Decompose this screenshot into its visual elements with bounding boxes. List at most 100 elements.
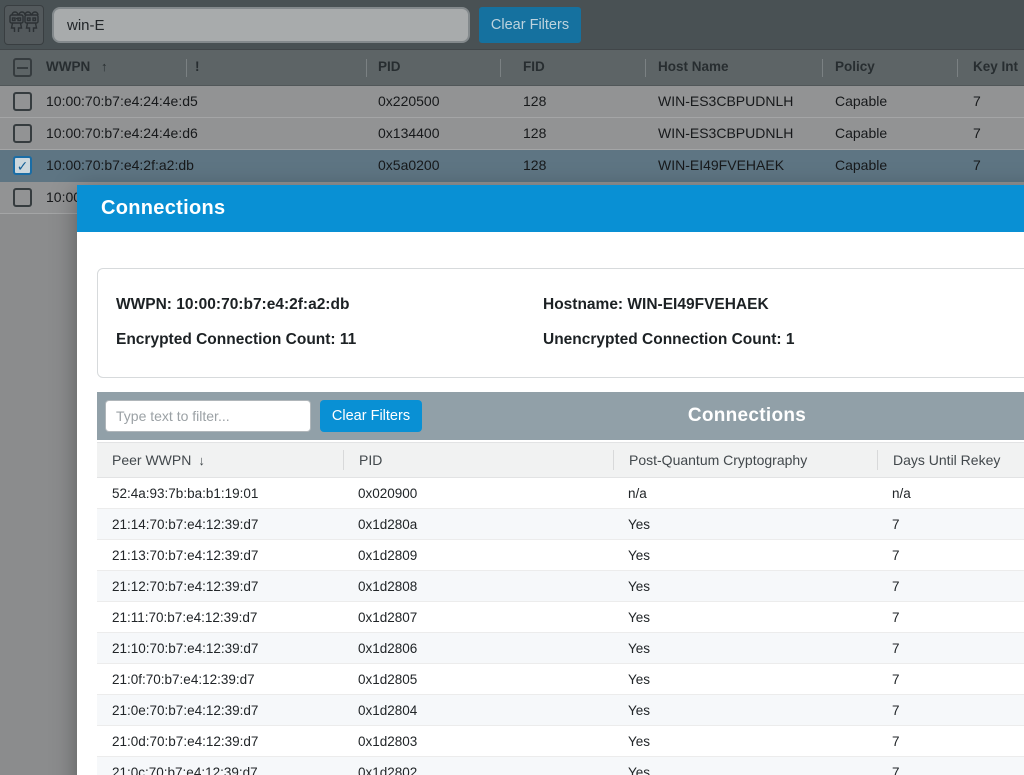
connections-table-row[interactable]: 21:0e:70:b7:e4:12:39:d70x1d2804Yes7 — [97, 695, 1024, 726]
cell-fid: 128 — [523, 157, 546, 173]
connections-table: Peer WWPN↓ PID Post-Quantum Cryptography… — [97, 442, 1024, 775]
connections-table-row[interactable]: 21:14:70:b7:e4:12:39:d70x1d280aYes7 — [97, 509, 1024, 540]
cell-post-quantum-cryptography: Yes — [613, 641, 877, 656]
column-header-policy[interactable]: Policy — [835, 59, 875, 74]
cell-peer-wwpn: 21:0f:70:b7:e4:12:39:d7 — [97, 672, 343, 687]
connections-filter-input[interactable] — [105, 400, 311, 432]
cell-post-quantum-cryptography: n/a — [613, 486, 877, 501]
connections-table-row[interactable]: 52:4a:93:7b:ba:b1:19:010x020900n/an/a — [97, 478, 1024, 509]
modal-header: Connections — [77, 185, 1024, 232]
column-header-days-until-rekey[interactable]: Days Until Rekey — [877, 450, 1024, 470]
cell-peer-wwpn: 21:12:70:b7:e4:12:39:d7 — [97, 579, 343, 594]
wwpn-table-row[interactable]: 10:00:70:b7:e4:24:4e:d60x134400128WIN-ES… — [0, 118, 1024, 150]
connections-table-row[interactable]: 21:10:70:b7:e4:12:39:d70x1d2806Yes7 — [97, 633, 1024, 664]
column-separator — [822, 59, 823, 77]
cell-pid: 0x1d2802 — [343, 765, 613, 775]
cell-post-quantum-cryptography: Yes — [613, 672, 877, 687]
cell-key-int: 7 — [973, 93, 981, 109]
column-header-pid[interactable]: PID — [343, 450, 613, 470]
cell-pid: 0x220500 — [378, 93, 440, 109]
connections-filter-bar: Clear Filters Connections — [97, 392, 1024, 440]
cell-days-until-rekey: 7 — [877, 548, 1024, 563]
summary-wwpn: WWPN: 10:00:70:b7:e4:2f:a2:db — [116, 296, 543, 314]
cell-pid: 0x1d2805 — [343, 672, 613, 687]
cell-post-quantum-cryptography: Yes — [613, 765, 877, 775]
cell-peer-wwpn: 21:0c:70:b7:e4:12:39:d7 — [97, 765, 343, 775]
cell-fid: 128 — [523, 125, 546, 141]
cell-pid: 0x5a0200 — [378, 157, 440, 173]
column-header-wwpn[interactable]: WWPN ↑ — [46, 59, 108, 74]
wwpn-table-header: WWPN ↑ ! PID FID Host Name Policy Key In… — [0, 50, 1024, 86]
column-separator — [186, 59, 187, 77]
cell-fid: 128 — [523, 93, 546, 109]
cell-peer-wwpn: 21:0e:70:b7:e4:12:39:d7 — [97, 703, 343, 718]
cell-peer-wwpn: 52:4a:93:7b:ba:b1:19:01 — [97, 486, 343, 501]
column-header-key-int[interactable]: Key Int — [973, 59, 1018, 74]
connections-table-row[interactable]: 21:13:70:b7:e4:12:39:d70x1d2809Yes7 — [97, 540, 1024, 571]
connections-table-row[interactable]: 21:0d:70:b7:e4:12:39:d70x1d2803Yes7 — [97, 726, 1024, 757]
cell-post-quantum-cryptography: Yes — [613, 579, 877, 594]
connection-summary-box: WWPN: 10:00:70:b7:e4:2f:a2:db Hostname: … — [97, 268, 1024, 378]
summary-encrypted-count: Encrypted Connection Count: 11 — [116, 331, 543, 349]
connections-table-header: Peer WWPN↓ PID Post-Quantum Cryptography… — [97, 442, 1024, 478]
cell-days-until-rekey: 7 — [877, 579, 1024, 594]
cell-peer-wwpn: 21:11:70:b7:e4:12:39:d7 — [97, 610, 343, 625]
cell-pid: 0x1d2807 — [343, 610, 613, 625]
cell-pid: 0x1d2806 — [343, 641, 613, 656]
connections-table-row[interactable]: 21:11:70:b7:e4:12:39:d70x1d2807Yes7 — [97, 602, 1024, 633]
connections-clear-filters-button[interactable]: Clear Filters — [320, 400, 422, 432]
column-separator — [957, 59, 958, 77]
wwpn-table-row[interactable]: ✓ 10:00:70:b7:e4:2f:a2:db 0x5a0200 128 WIN-E… — [0, 150, 1024, 182]
select-all-checkbox[interactable] — [13, 58, 32, 77]
background-toolbar: Clear Filters — [0, 0, 1024, 50]
cell-policy: Capable — [835, 93, 887, 109]
cell-peer-wwpn: 21:0d:70:b7:e4:12:39:d7 — [97, 734, 343, 749]
row-checkbox[interactable] — [13, 188, 32, 207]
cell-key-int: 7 — [973, 157, 981, 173]
column-separator — [645, 59, 646, 77]
connector-plugs-icon — [8, 8, 40, 43]
column-header-fid[interactable]: FID — [523, 59, 545, 74]
cell-host: WIN-ES3CBPUDNLH — [658, 125, 793, 141]
cell-policy: Capable — [835, 125, 887, 141]
cell-pid: 0x1d2804 — [343, 703, 613, 718]
connections-table-row[interactable]: 21:0f:70:b7:e4:12:39:d70x1d2805Yes7 — [97, 664, 1024, 695]
connections-table-row[interactable]: 21:0c:70:b7:e4:12:39:d70x1d2802Yes7 — [97, 757, 1024, 775]
summary-unencrypted-count: Unencrypted Connection Count: 1 — [543, 331, 1024, 349]
column-header-pid[interactable]: PID — [378, 59, 401, 74]
cell-pid: 0x020900 — [343, 486, 613, 501]
sort-asc-icon: ↑ — [101, 59, 108, 74]
cell-wwpn: 10:00 — [46, 189, 81, 205]
clear-filters-button[interactable]: Clear Filters — [479, 7, 581, 43]
row-checkbox-checked[interactable]: ✓ — [13, 156, 32, 175]
row-checkbox[interactable] — [13, 124, 32, 143]
indeterminate-mark — [17, 67, 28, 69]
cell-policy: Capable — [835, 157, 887, 173]
cell-peer-wwpn: 21:10:70:b7:e4:12:39:d7 — [97, 641, 343, 656]
column-separator — [500, 59, 501, 77]
cell-pid: 0x1d2809 — [343, 548, 613, 563]
cell-host: WIN-ES3CBPUDNLH — [658, 93, 793, 109]
cell-host: WIN-EI49FVEHAEK — [658, 157, 784, 173]
cell-wwpn: 10:00:70:b7:e4:24:4e:d5 — [46, 93, 198, 109]
cell-pid: 0x134400 — [378, 125, 440, 141]
connections-table-row[interactable]: 21:12:70:b7:e4:12:39:d70x1d2808Yes7 — [97, 571, 1024, 602]
cell-days-until-rekey: 7 — [877, 734, 1024, 749]
column-header-host-name[interactable]: Host Name — [658, 59, 729, 74]
summary-hostname: Hostname: WIN-EI49FVEHAEK — [543, 296, 1024, 314]
column-header-post-quantum-cryptography[interactable]: Post-Quantum Cryptography — [613, 450, 877, 470]
cell-days-until-rekey: 7 — [877, 672, 1024, 687]
column-header-alert[interactable]: ! — [195, 59, 200, 74]
cell-wwpn: 10:00:70:b7:e4:2f:a2:db — [46, 157, 194, 173]
column-header-peer-wwpn[interactable]: Peer WWPN↓ — [97, 450, 343, 470]
row-checkbox[interactable] — [13, 92, 32, 111]
cell-post-quantum-cryptography: Yes — [613, 610, 877, 625]
cell-post-quantum-cryptography: Yes — [613, 703, 877, 718]
device-icon-button[interactable] — [4, 5, 44, 45]
wwpn-search-input[interactable] — [52, 7, 470, 43]
cell-days-until-rekey: 7 — [877, 610, 1024, 625]
wwpn-table-row[interactable]: 10:00:70:b7:e4:24:4e:d5 0x220500 128 WIN-ES… — [0, 86, 1024, 118]
column-separator — [366, 59, 367, 77]
cell-pid: 0x1d2808 — [343, 579, 613, 594]
cell-days-until-rekey: 7 — [877, 703, 1024, 718]
